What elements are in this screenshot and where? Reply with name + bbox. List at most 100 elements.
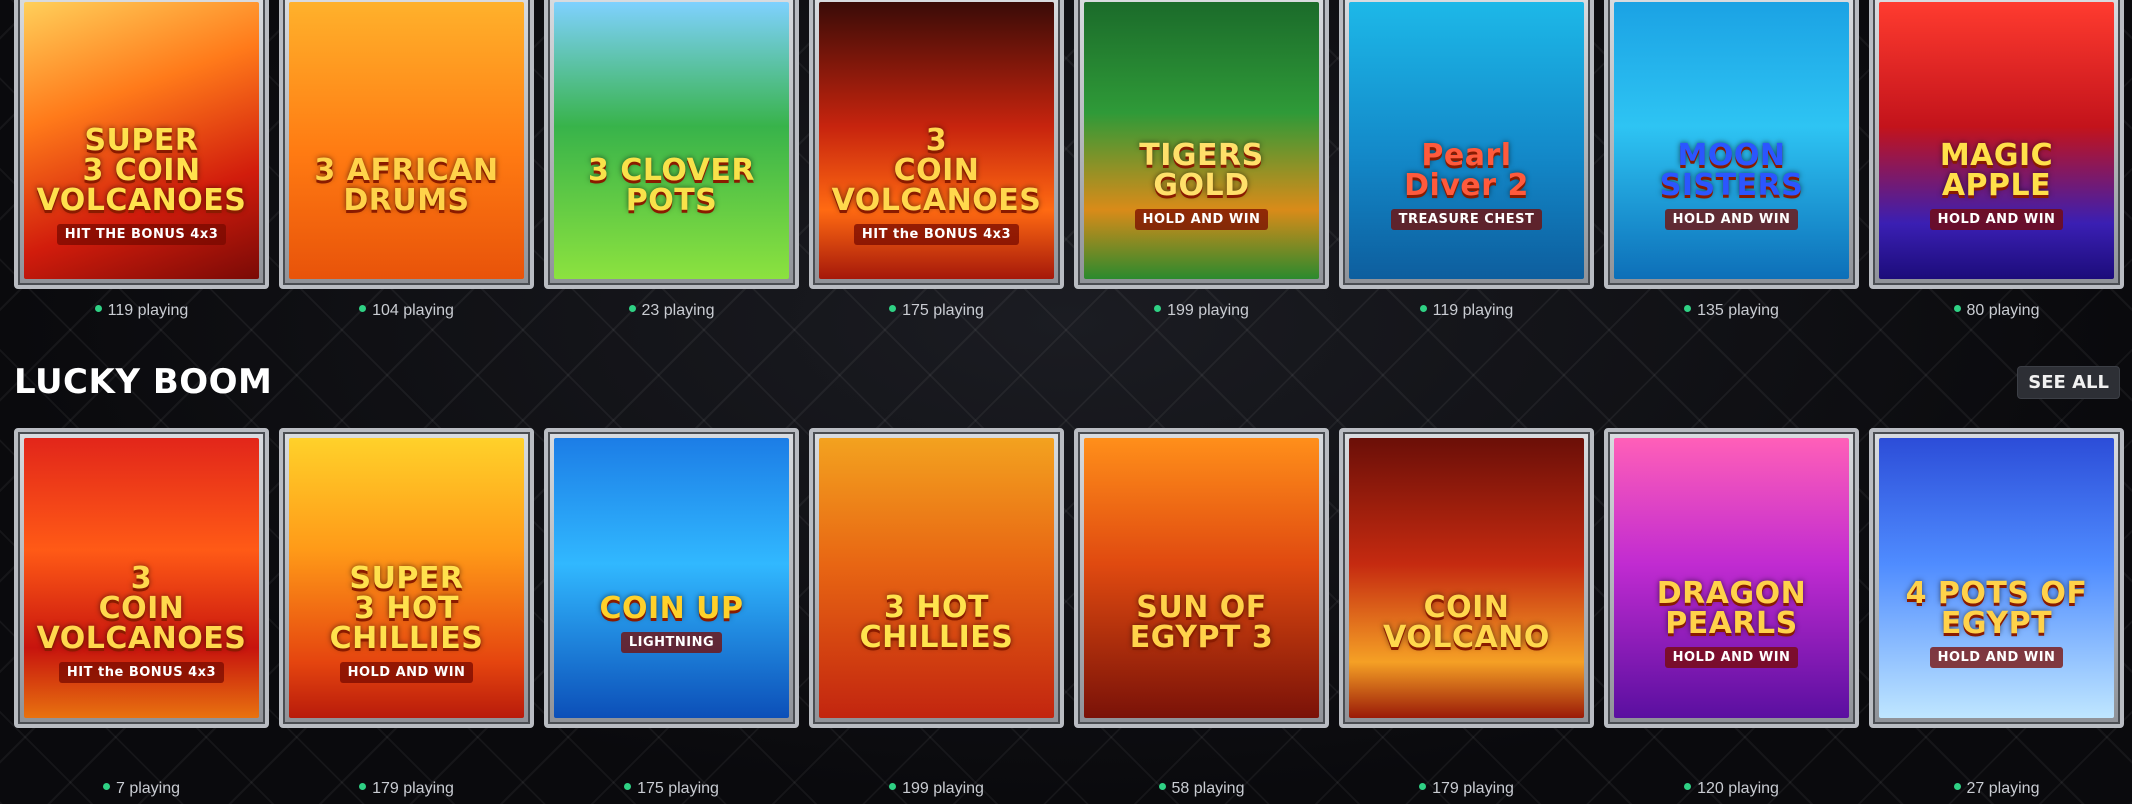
game-tile[interactable]: SUPER 3 HOT CHILLIES HOLD AND WIN 179 play…	[279, 428, 534, 797]
game-thumbnail-frame[interactable]: MOON SISTERS HOLD AND WIN	[1604, 0, 1859, 289]
game-thumbnail[interactable]: 3 AFRICAN DRUMS	[289, 2, 524, 279]
players-count-label: 175 playing	[902, 302, 984, 319]
players-count: 199 playing	[809, 780, 1064, 798]
game-logo-subtitle: HIT THE BONUS 4x3	[56, 224, 227, 245]
players-count-label: 199 playing	[902, 780, 984, 797]
game-thumbnail[interactable]: 3 COIN VOLCANOES HIT the BONUS 4x3	[819, 2, 1054, 279]
online-status-dot-icon	[359, 305, 367, 313]
game-logo-title: MAGIC APPLE	[1939, 138, 2054, 203]
game-thumbnail[interactable]: COIN UP LIGHTNING	[554, 438, 789, 718]
game-thumbnail-frame[interactable]: SUPER 3 COIN VOLCANOES HIT THE BONUS 4x3	[14, 0, 269, 289]
game-logo-subtitle: TREASURE CHEST	[1390, 209, 1543, 230]
game-thumbnail[interactable]: COIN VOLCANO	[1349, 438, 1584, 718]
players-count: 120 playing	[1604, 780, 1859, 798]
game-tile[interactable]: MOON SISTERS HOLD AND WIN 135 playing	[1604, 0, 1859, 319]
game-logo-subtitle: LIGHTNING	[620, 631, 723, 653]
players-count: 104 playing	[279, 302, 534, 320]
game-thumbnail-frame[interactable]: SUN OF EGYPT 3	[1074, 428, 1329, 728]
game-thumbnail[interactable]: SUPER 3 COIN VOLCANOES HIT THE BONUS 4x3	[24, 2, 259, 279]
game-tile[interactable]: 4 POTS OF EGYPT HOLD AND WIN 27 playing	[1869, 428, 2124, 797]
online-status-dot-icon	[1684, 305, 1692, 313]
game-logo-title: SUN OF EGYPT 3	[1129, 590, 1274, 655]
players-count: 119 playing	[14, 302, 269, 320]
game-tile[interactable]: SUN OF EGYPT 3 58 playing	[1074, 428, 1329, 797]
game-thumbnail[interactable]: TIGERS GOLD HOLD AND WIN	[1084, 2, 1319, 279]
players-count: 27 playing	[1869, 780, 2124, 798]
game-thumbnail-frame[interactable]: 3 COIN VOLCANOES HIT the BONUS 4x3	[14, 428, 269, 728]
game-logo-title: 3 COIN VOLCANOES	[831, 123, 1042, 218]
game-thumbnail-frame[interactable]: COIN VOLCANO	[1339, 428, 1594, 728]
players-count: 179 playing	[1339, 780, 1594, 798]
game-thumbnail-frame[interactable]: MAGIC APPLE HOLD AND WIN	[1869, 0, 2124, 289]
game-logo-title: COIN VOLCANO	[1383, 590, 1550, 655]
game-thumbnail-frame[interactable]: 3 COIN VOLCANOES HIT the BONUS 4x3	[809, 0, 1064, 289]
online-status-dot-icon	[1154, 305, 1162, 313]
game-logo-subtitle: HOLD AND WIN	[1664, 646, 1799, 668]
game-logo-subtitle: HIT the BONUS 4x3	[58, 661, 225, 683]
game-thumbnail-frame[interactable]: Pearl Diver 2 TREASURE CHEST	[1339, 0, 1594, 289]
game-tile[interactable]: SUPER 3 COIN VOLCANOES HIT THE BONUS 4x3 1…	[14, 0, 269, 319]
online-status-dot-icon	[889, 305, 897, 313]
game-logo-title: TIGERS GOLD	[1139, 138, 1264, 203]
game-thumbnail[interactable]: Pearl Diver 2 TREASURE CHEST	[1349, 2, 1584, 279]
game-lobby: SUPER 3 COIN VOLCANOES HIT THE BONUS 4x3 1…	[0, 0, 2132, 804]
game-thumbnail[interactable]: 4 POTS OF EGYPT HOLD AND WIN	[1879, 438, 2114, 718]
game-thumbnail-frame[interactable]: COIN UP LIGHTNING	[544, 428, 799, 728]
game-tile[interactable]: 3 HOT CHILLIES 199 playing	[809, 428, 1064, 797]
players-count-label: 80 playing	[1966, 302, 2040, 319]
players-count-label: 175 playing	[637, 780, 719, 797]
game-tile[interactable]: DRAGON PEARLS HOLD AND WIN 120 playing	[1604, 428, 1859, 797]
game-thumbnail-frame[interactable]: 3 HOT CHILLIES	[809, 428, 1064, 728]
game-logo-title: SUPER 3 HOT CHILLIES	[329, 560, 484, 656]
game-logo-title: Pearl Diver 2	[1404, 138, 1529, 203]
players-count: 179 playing	[279, 780, 534, 798]
game-logo-subtitle: HOLD AND WIN	[1929, 646, 2064, 668]
game-tile[interactable]: 3 COIN VOLCANOES HIT the BONUS 4x3 175 pla…	[809, 0, 1064, 319]
game-logo-subtitle: HIT the BONUS 4x3	[853, 224, 1020, 245]
players-count: 58 playing	[1074, 780, 1329, 798]
game-logo-subtitle: HOLD AND WIN	[1664, 209, 1799, 230]
game-thumbnail-frame[interactable]: 3 AFRICAN DRUMS	[279, 0, 534, 289]
players-count: 175 playing	[809, 302, 1064, 320]
players-count: 175 playing	[544, 780, 799, 798]
online-status-dot-icon	[889, 783, 897, 791]
game-thumbnail[interactable]: SUPER 3 HOT CHILLIES HOLD AND WIN	[289, 438, 524, 718]
top-games-row: SUPER 3 COIN VOLCANOES HIT THE BONUS 4x3 1…	[14, 0, 2124, 319]
game-thumbnail-frame[interactable]: 4 POTS OF EGYPT HOLD AND WIN	[1869, 428, 2124, 728]
players-count-label: 135 playing	[1697, 302, 1779, 319]
game-tile[interactable]: COIN UP LIGHTNING 175 playing	[544, 428, 799, 797]
game-tile[interactable]: MAGIC APPLE HOLD AND WIN 80 playing	[1869, 0, 2124, 319]
game-tile[interactable]: 3 CLOVER POTS 23 playing	[544, 0, 799, 319]
players-count-label: 27 playing	[1966, 780, 2040, 797]
see-all-button[interactable]: SEE ALL	[2017, 366, 2120, 399]
game-thumbnail-frame[interactable]: TIGERS GOLD HOLD AND WIN	[1074, 0, 1329, 289]
game-thumbnail[interactable]: MAGIC APPLE HOLD AND WIN	[1879, 2, 2114, 279]
game-logo-subtitle: HOLD AND WIN	[1134, 209, 1269, 230]
game-thumbnail[interactable]: 3 COIN VOLCANOES HIT the BONUS 4x3	[24, 438, 259, 718]
players-count-label: 179 playing	[372, 780, 454, 797]
game-thumbnail[interactable]: DRAGON PEARLS HOLD AND WIN	[1614, 438, 1849, 718]
game-logo-title: SUPER 3 COIN VOLCANOES	[36, 123, 247, 218]
game-thumbnail[interactable]: 3 CLOVER POTS	[554, 2, 789, 279]
game-thumbnail[interactable]: MOON SISTERS HOLD AND WIN	[1614, 2, 1849, 279]
game-thumbnail[interactable]: 3 HOT CHILLIES	[819, 438, 1054, 718]
online-status-dot-icon	[102, 783, 110, 791]
game-thumbnail-frame[interactable]: SUPER 3 HOT CHILLIES HOLD AND WIN	[279, 428, 534, 728]
game-tile[interactable]: TIGERS GOLD HOLD AND WIN 199 playing	[1074, 0, 1329, 319]
game-thumbnail-frame[interactable]: 3 CLOVER POTS	[544, 0, 799, 289]
game-thumbnail-frame[interactable]: DRAGON PEARLS HOLD AND WIN	[1604, 428, 1859, 728]
players-count: 199 playing	[1074, 302, 1329, 320]
game-tile[interactable]: Pearl Diver 2 TREASURE CHEST 119 playing	[1339, 0, 1594, 319]
players-count: 7 playing	[14, 780, 269, 798]
players-count-label: 58 playing	[1171, 780, 1245, 797]
game-tile[interactable]: 3 AFRICAN DRUMS 104 playing	[279, 0, 534, 319]
players-count-label: 179 playing	[1432, 780, 1514, 797]
players-count-label: 7 playing	[115, 780, 181, 797]
game-thumbnail[interactable]: SUN OF EGYPT 3	[1084, 438, 1319, 718]
game-tile[interactable]: COIN VOLCANO 179 playing	[1339, 428, 1594, 797]
game-tile[interactable]: 3 COIN VOLCANOES HIT the BONUS 4x3 7 playi…	[14, 428, 269, 797]
players-count-label: 23 playing	[641, 302, 715, 319]
section-title: LUCKY BOOM	[14, 362, 273, 402]
players-count: 80 playing	[1869, 302, 2124, 320]
game-logo-title: 3 COIN VOLCANOES	[36, 560, 247, 656]
